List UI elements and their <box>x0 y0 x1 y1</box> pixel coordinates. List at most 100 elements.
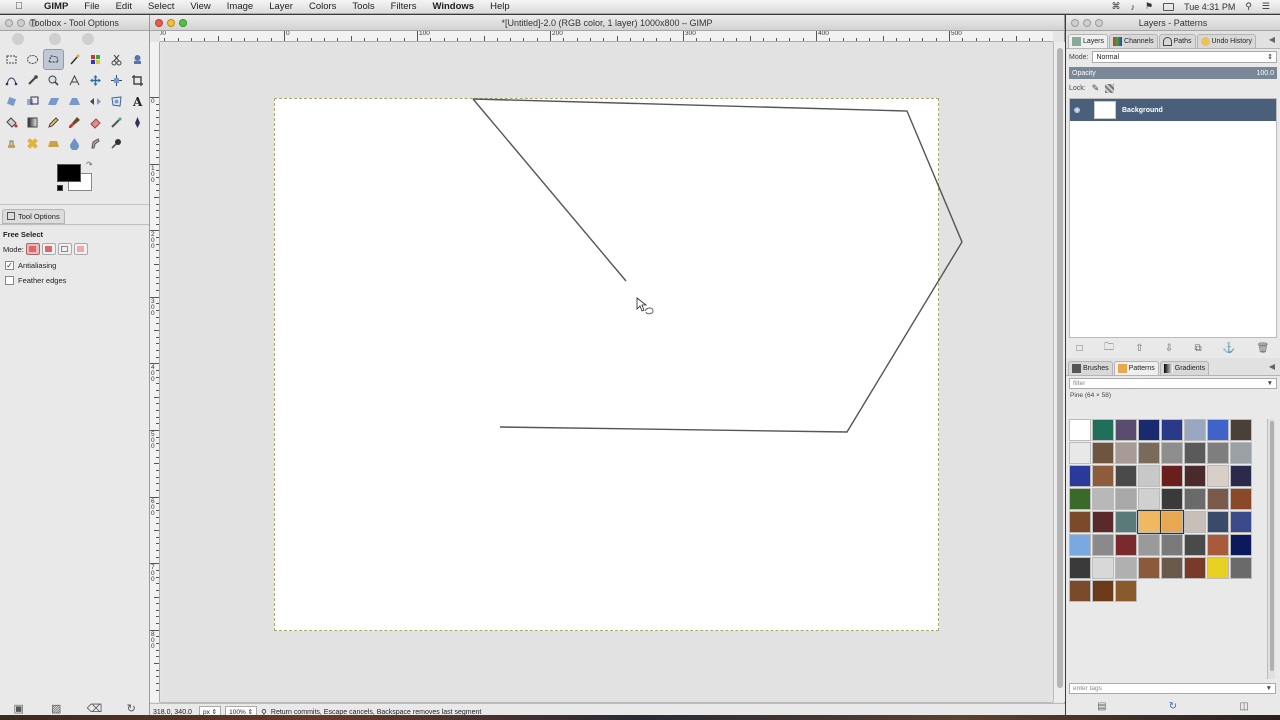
pattern-swatch[interactable] <box>1115 465 1137 487</box>
delete-options-icon[interactable]: ⌫ <box>87 702 103 716</box>
pattern-swatch[interactable] <box>1161 557 1183 579</box>
pattern-swatch[interactable] <box>1092 511 1114 533</box>
pattern-swatch[interactable] <box>1115 419 1137 441</box>
horizontal-ruler[interactable]: -100010020030040050060070080090010001100 <box>160 31 1053 42</box>
pattern-swatch[interactable] <box>1069 488 1091 510</box>
anchor-layer-icon[interactable]: ⚓ <box>1223 343 1235 354</box>
pattern-swatch[interactable] <box>1184 419 1206 441</box>
pattern-swatch[interactable] <box>1230 465 1252 487</box>
fuzzy-select-tool-icon[interactable] <box>64 49 85 70</box>
pattern-swatch[interactable] <box>1092 488 1114 510</box>
mode-subtract-button[interactable] <box>57 243 72 255</box>
smudge-tool-icon[interactable] <box>85 133 106 154</box>
pattern-swatch[interactable] <box>1138 465 1160 487</box>
pattern-swatch[interactable] <box>1092 442 1114 464</box>
pattern-swatch[interactable] <box>1092 580 1114 602</box>
rotate-tool-icon[interactable] <box>1 91 22 112</box>
eraser-tool-icon[interactable] <box>85 112 106 133</box>
rect-select-tool-icon[interactable] <box>1 49 22 70</box>
spotlight-icon[interactable]: ⚲ <box>1245 1 1252 12</box>
align-tool-icon[interactable] <box>106 70 127 91</box>
minimize-icon[interactable] <box>1083 18 1091 27</box>
pattern-swatch[interactable] <box>1069 511 1091 533</box>
pattern-swatch[interactable] <box>1230 442 1252 464</box>
close-icon[interactable] <box>5 18 13 27</box>
restore-options-icon[interactable]: ▨ <box>49 702 63 716</box>
pattern-swatch[interactable] <box>1207 511 1229 533</box>
zoom-icon[interactable] <box>1095 18 1103 27</box>
cage-transform-tool-icon[interactable] <box>106 91 127 112</box>
lower-layer-icon[interactable]: ⇩ <box>1165 343 1173 354</box>
pattern-swatch[interactable] <box>1230 557 1252 579</box>
measure-tool-icon[interactable] <box>64 70 85 91</box>
move-tool-icon[interactable] <box>85 70 106 91</box>
mode-add-button[interactable] <box>41 243 56 255</box>
tab-channels[interactable]: Channels <box>1109 34 1158 48</box>
menu-edit[interactable]: Edit <box>108 1 140 12</box>
tab-patterns[interactable]: Patterns <box>1113 361 1159 375</box>
foreground-select-tool-icon[interactable] <box>127 49 148 70</box>
new-layer-icon[interactable]: □ <box>1077 343 1083 354</box>
pattern-swatch[interactable] <box>1069 465 1091 487</box>
pattern-swatch[interactable] <box>1184 488 1206 510</box>
pattern-swatch[interactable] <box>1161 465 1183 487</box>
volume-icon[interactable]: ♪ <box>1131 2 1136 12</box>
menu-windows[interactable]: Windows <box>424 1 482 12</box>
pattern-swatch[interactable] <box>1138 419 1160 441</box>
layer-row[interactable]: ◉ Background <box>1070 99 1276 121</box>
tab-layers[interactable]: Layers <box>1068 34 1109 48</box>
eye-icon[interactable]: ◉ <box>1074 106 1088 114</box>
free-select-tool-icon[interactable] <box>43 49 64 70</box>
pattern-swatch[interactable] <box>1069 557 1091 579</box>
swap-colors-icon[interactable]: ↷ <box>86 160 93 169</box>
select-by-color-tool-icon[interactable] <box>85 49 106 70</box>
new-layer-group-icon[interactable]: 🗀 <box>1104 340 1114 357</box>
zoom-icon[interactable] <box>179 18 187 27</box>
pattern-swatch[interactable] <box>1161 442 1183 464</box>
dodge-burn-tool-icon[interactable] <box>106 133 127 154</box>
refresh-patterns-icon[interactable]: ↻ <box>1169 701 1177 712</box>
edit-pattern-icon[interactable]: ▤ <box>1097 701 1106 712</box>
heal-tool-icon[interactable] <box>22 133 43 154</box>
pattern-swatch[interactable] <box>1230 488 1252 510</box>
minimize-icon[interactable] <box>17 18 25 27</box>
pattern-swatch[interactable] <box>1160 510 1184 534</box>
color-picker-tool-icon[interactable] <box>22 70 43 91</box>
open-pattern-icon[interactable]: ◫ <box>1239 701 1248 712</box>
vertical-ruler[interactable]: 0 100 200 300 400 500 600 700 800 <box>150 42 160 702</box>
ellipse-select-tool-icon[interactable] <box>22 49 43 70</box>
tab-paths[interactable]: Paths <box>1158 34 1196 48</box>
clock[interactable]: Tue 4:31 PM <box>1184 2 1235 12</box>
pattern-swatch[interactable] <box>1115 442 1137 464</box>
pattern-swatch[interactable] <box>1230 511 1252 533</box>
clone-tool-icon[interactable] <box>1 133 22 154</box>
scale-tool-icon[interactable] <box>22 91 43 112</box>
pattern-swatch[interactable] <box>1184 442 1206 464</box>
perspective-tool-icon[interactable] <box>64 91 85 112</box>
menu-view[interactable]: View <box>182 1 218 12</box>
vertical-scroll-thumb[interactable] <box>1057 48 1063 688</box>
pattern-swatch[interactable] <box>1184 511 1206 533</box>
menu-filters[interactable]: Filters <box>383 1 425 12</box>
pattern-swatch[interactable] <box>1092 534 1114 556</box>
menu-layer[interactable]: Layer <box>261 1 301 12</box>
pattern-swatch[interactable] <box>1207 534 1229 556</box>
pattern-swatch[interactable] <box>1207 557 1229 579</box>
pattern-swatch[interactable] <box>1230 419 1252 441</box>
vertical-scrollbar[interactable] <box>1053 42 1065 702</box>
menu-file[interactable]: File <box>76 1 107 12</box>
pattern-swatch[interactable] <box>1184 534 1206 556</box>
flip-tool-icon[interactable] <box>85 91 106 112</box>
menu-app-name[interactable]: GIMP <box>36 1 76 12</box>
blur-sharpen-tool-icon[interactable] <box>64 133 85 154</box>
pattern-swatch[interactable] <box>1184 465 1206 487</box>
pattern-swatch[interactable] <box>1184 557 1206 579</box>
pencil-tool-icon[interactable] <box>43 112 64 133</box>
configure-tab-icon[interactable]: ◀ <box>1269 362 1275 371</box>
text-tool-icon[interactable]: A <box>127 91 148 112</box>
pattern-swatch[interactable] <box>1115 488 1137 510</box>
close-icon[interactable] <box>1071 18 1079 27</box>
foreground-color-swatch[interactable] <box>57 164 81 182</box>
pattern-swatch[interactable] <box>1138 488 1160 510</box>
perspective-clone-tool-icon[interactable] <box>43 133 64 154</box>
